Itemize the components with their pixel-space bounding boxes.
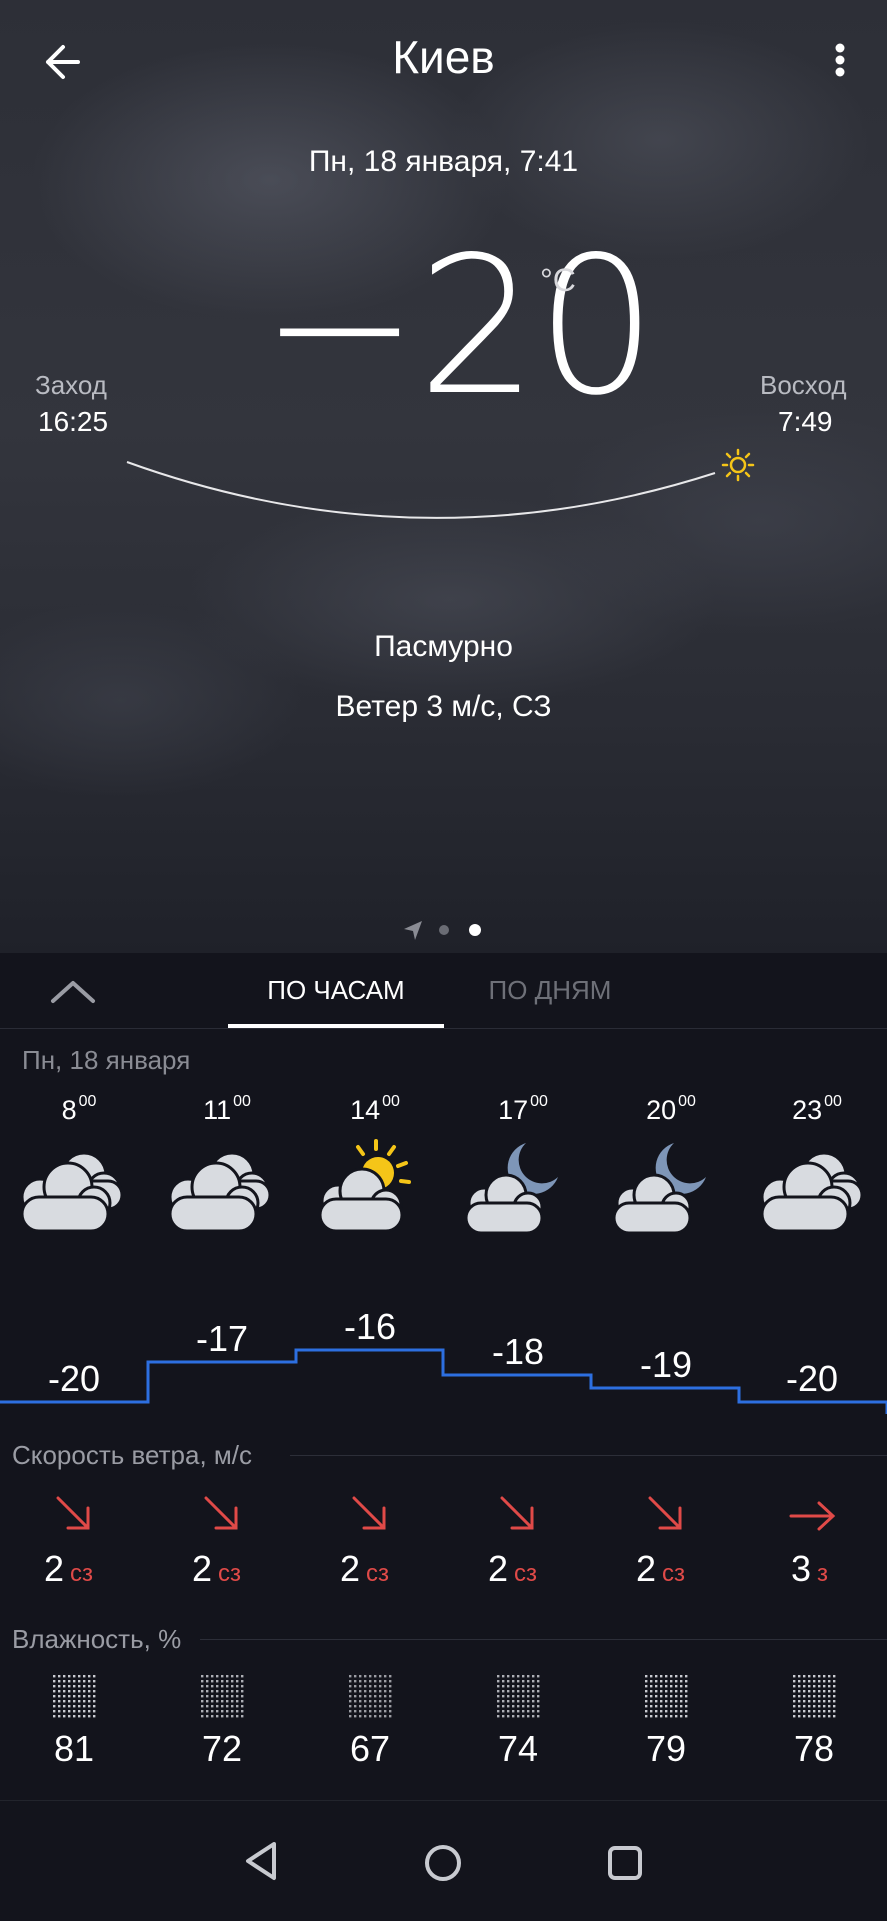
temperature-step-line	[0, 1348, 887, 1414]
current-weather-panel: Киев Пн, 18 января, 7:41 −20 °C Заход 16…	[0, 0, 887, 953]
hour-label: 14 00	[350, 1093, 400, 1125]
sun-icon	[721, 448, 755, 482]
divider	[200, 1639, 887, 1640]
cloudy-icon	[20, 1151, 124, 1233]
hour-temperature: -17	[195, 1318, 249, 1359]
city-title: Киев	[392, 31, 495, 83]
current-temperature: −20	[260, 216, 657, 437]
wind-direction-icon	[789, 1501, 836, 1531]
sun-path-arc	[126, 448, 755, 519]
sunrise-label: Восход	[760, 370, 847, 400]
wind-direction-icon	[56, 1496, 90, 1530]
cloudy-night-icon	[464, 1143, 558, 1235]
humidity-value: 78	[793, 1728, 835, 1769]
humidity-icon	[792, 1674, 836, 1718]
wind-value: 3з	[791, 1548, 829, 1589]
humidity-value: 72	[201, 1728, 243, 1769]
wind-value: 2 сз	[488, 1548, 538, 1589]
humidity-value: 79	[645, 1728, 687, 1769]
wind-value: 2 сз	[192, 1548, 242, 1589]
wind-speed-label: Скорость ветра, м/с	[12, 1440, 252, 1470]
wind-value: 2 сз	[340, 1548, 390, 1589]
partly-sunny-icon	[318, 1139, 411, 1233]
divider	[290, 1455, 887, 1456]
humidity-label: Влажность, %	[12, 1624, 182, 1654]
temperature-unit: °C	[540, 262, 576, 298]
tab-daily[interactable]: ПО ДНЯМ	[455, 975, 645, 1006]
humidity-icon	[644, 1674, 688, 1718]
weather-condition: Пасмурно	[374, 630, 513, 663]
hour-temperature: -20	[47, 1358, 101, 1399]
hour-temperature: -19	[639, 1344, 693, 1385]
cloudy-icon	[168, 1151, 272, 1233]
date-time: Пн, 18 января, 7:41	[308, 145, 579, 178]
humidity-value: 74	[497, 1728, 539, 1769]
hour-label: 23 00	[792, 1093, 842, 1125]
humidity-value: 81	[53, 1728, 95, 1769]
humidity-icon	[52, 1674, 96, 1718]
more-options-button[interactable]	[820, 38, 860, 88]
hour-temperature: -18	[491, 1331, 545, 1372]
hour-label: 8 00	[61, 1093, 97, 1125]
sunset-label: Заход	[35, 370, 107, 400]
wind-direction-icon	[352, 1496, 386, 1530]
location-arrow-icon	[404, 921, 422, 940]
page-dot	[439, 925, 449, 935]
nav-home-icon[interactable]	[420, 1840, 466, 1886]
wind-value: 2 сз	[44, 1548, 94, 1589]
tab-indicator	[228, 1024, 444, 1028]
cloudy-icon	[760, 1151, 864, 1233]
cloudy-night-icon	[612, 1143, 706, 1235]
humidity-icon	[496, 1674, 540, 1718]
forecast-day-label: Пн, 18 января	[22, 1045, 191, 1075]
collapse-chevron-icon[interactable]	[48, 975, 98, 1009]
wind-direction-icon	[648, 1496, 682, 1530]
hour-temperature: -20	[785, 1358, 839, 1399]
nav-back-icon[interactable]	[240, 1836, 284, 1886]
humidity-icon	[348, 1674, 392, 1718]
hour-label: 17 00	[498, 1093, 548, 1125]
page-indicator[interactable]	[400, 917, 490, 943]
nav-recents-icon[interactable]	[602, 1840, 648, 1886]
more-vert-icon	[835, 43, 845, 77]
current-wind: Ветер 3 м/с, СЗ	[335, 690, 552, 723]
hour-temperature: -16	[343, 1306, 397, 1347]
tab-hourly[interactable]: ПО ЧАСАМ	[228, 975, 444, 1006]
hour-label: 20 00	[646, 1093, 696, 1125]
hour-label: 11 00	[203, 1093, 251, 1125]
humidity-value: 67	[349, 1728, 391, 1769]
wind-value: 2 сз	[636, 1548, 686, 1589]
wind-direction-icon	[204, 1496, 238, 1530]
page-dot-active	[469, 924, 481, 936]
wind-direction-icon	[500, 1496, 534, 1530]
humidity-icon	[200, 1674, 244, 1718]
